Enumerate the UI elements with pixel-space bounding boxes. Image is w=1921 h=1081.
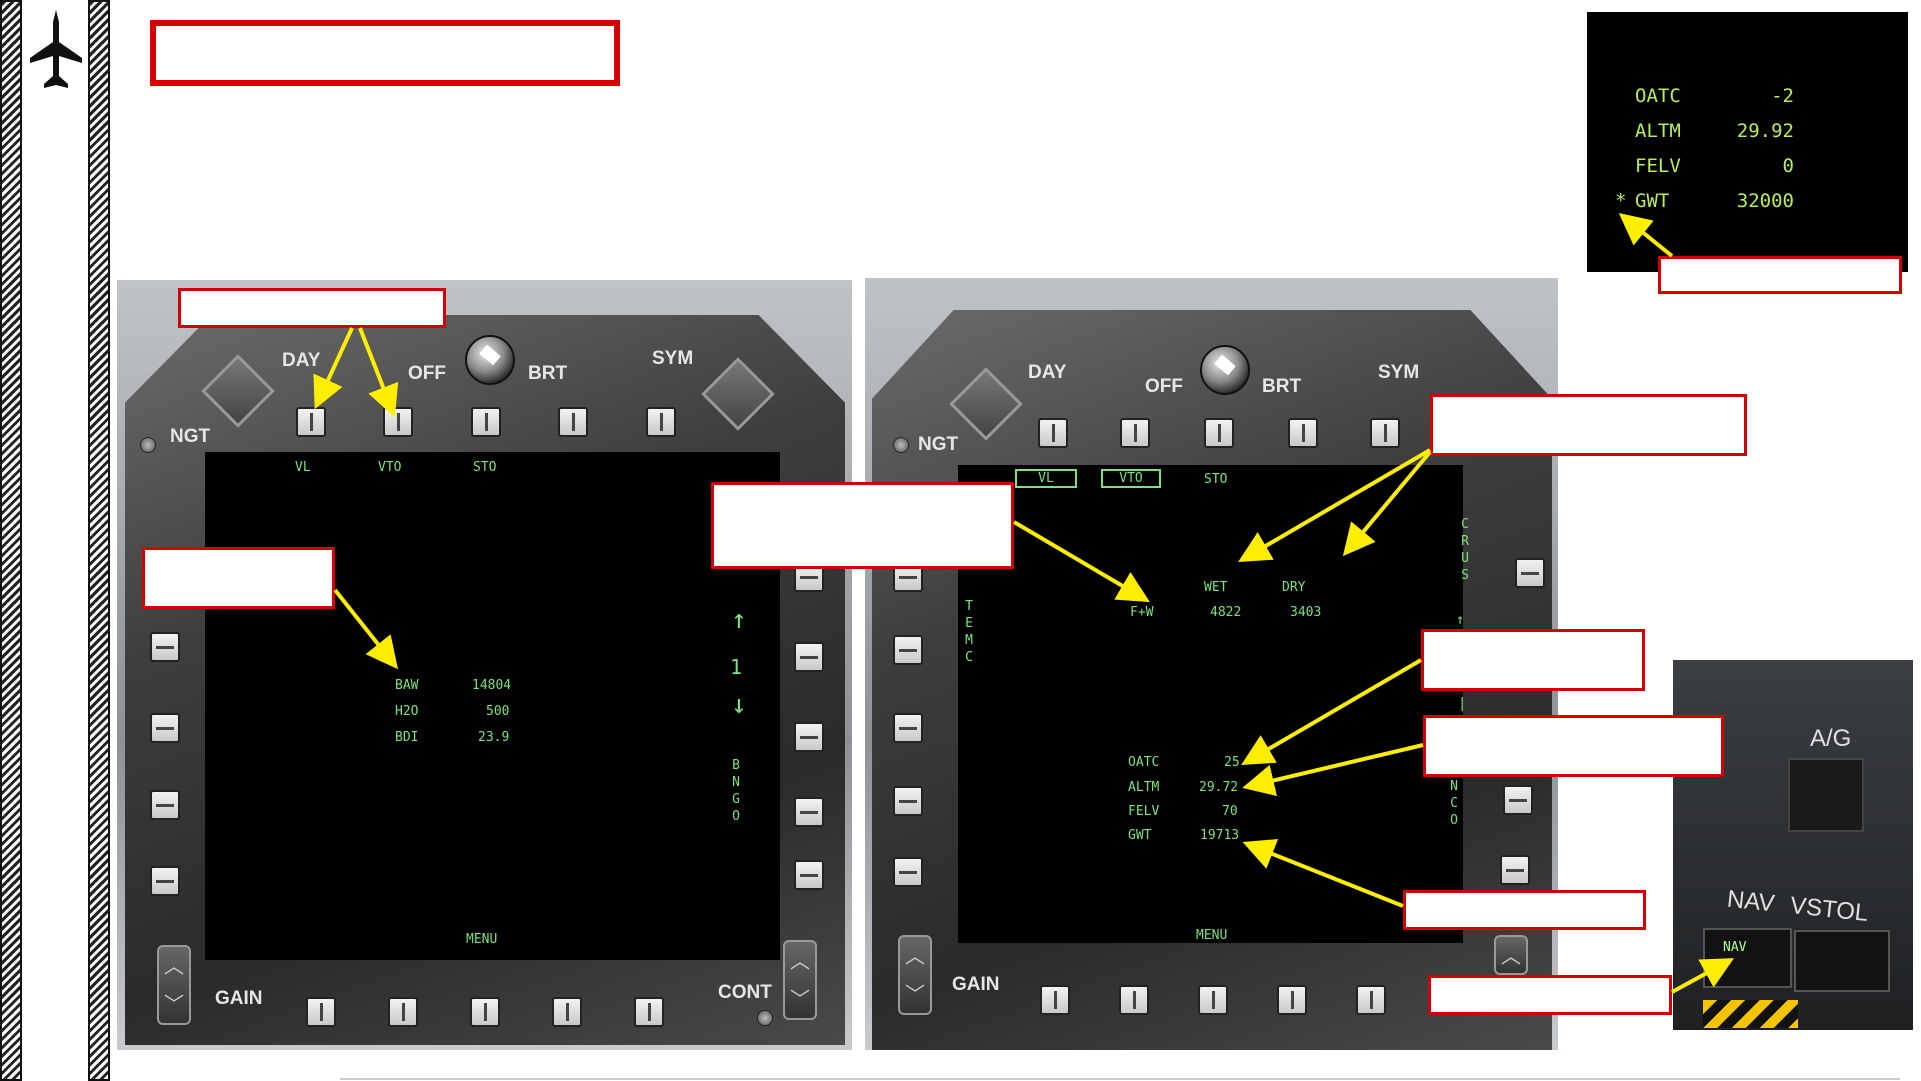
arrow-to-oatc bbox=[1241, 658, 1423, 766]
arrow-to-vl bbox=[313, 327, 354, 410]
footer-divider bbox=[340, 1078, 1900, 1080]
arrow-to-nav bbox=[1671, 958, 1735, 994]
arrow-to-fuel-row bbox=[1012, 520, 1150, 603]
arrow-to-dry bbox=[1342, 450, 1432, 557]
arrow-to-gwt bbox=[1242, 839, 1404, 908]
callout-arrows bbox=[313, 212, 1735, 994]
arrow-to-altm bbox=[1242, 743, 1424, 797]
arrow-to-vto bbox=[358, 327, 399, 418]
arrow-to-wet bbox=[1238, 448, 1432, 563]
arrow-to-gwt-marker bbox=[1618, 212, 1674, 258]
arrow-to-left-table bbox=[333, 588, 398, 670]
